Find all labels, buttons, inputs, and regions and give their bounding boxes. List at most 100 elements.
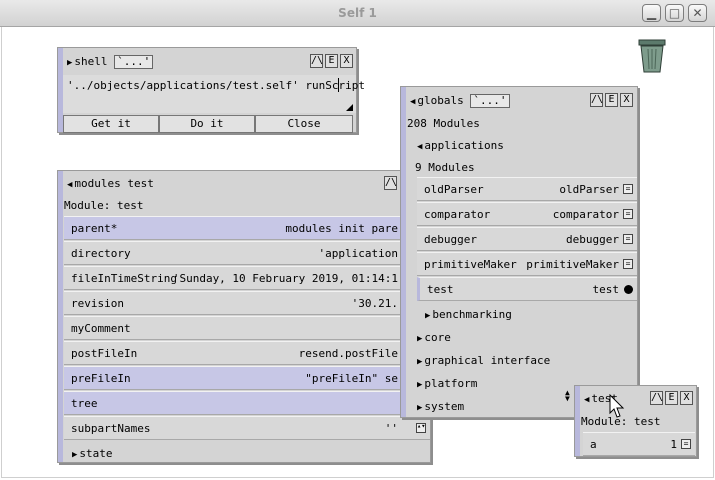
slot-name: oldParser (424, 183, 484, 196)
modules-test-title[interactable]: ◀ modules test (67, 177, 154, 190)
collapse-button[interactable]: /\ (310, 54, 323, 68)
graphical-interface-category[interactable]: ▶ graphical interface (417, 354, 550, 367)
slot-row[interactable]: revision '30.21. (64, 291, 430, 315)
collapse-triangle-icon[interactable]: ◀ (67, 180, 72, 190)
slot-row[interactable]: oldParser oldParser = (417, 177, 637, 201)
scroll-arrows-icon[interactable]: ▴▾ (416, 423, 426, 433)
slot-row[interactable]: debugger debugger = (417, 227, 637, 251)
mouse-pointer-icon (609, 394, 625, 418)
slot-value: primitiveMaker (526, 258, 619, 271)
equals-button-icon[interactable]: = (623, 184, 633, 194)
platform-category[interactable]: ▶ platform (417, 377, 477, 390)
test-outliner[interactable]: ◀ test /\ E X Module: test a 1 = (574, 385, 697, 457)
expand-triangle-icon[interactable]: ▶ (72, 450, 77, 460)
expand-triangle-icon[interactable]: ▶ (417, 380, 422, 390)
slot-row[interactable]: directory 'application (64, 241, 430, 265)
expand-triangle-icon[interactable]: ▶ (417, 334, 422, 344)
expand-triangle-icon[interactable]: ▶ (67, 58, 72, 68)
shell-outliner[interactable]: ▶ shell `...' /\ E X '../objects/applicat… (57, 47, 365, 133)
slot-name: test (427, 283, 454, 296)
equals-button-icon[interactable]: = (623, 259, 633, 269)
globals-module-count: 208 Modules (407, 117, 480, 130)
slot-value: test (592, 283, 620, 296)
slot-name: primitiveMaker (424, 258, 517, 271)
globals-outliner[interactable]: ◀ globals `...' /\ E X 208 Modules ◀ appli… (400, 86, 638, 418)
expand-triangle-icon[interactable]: ▶ (417, 403, 422, 413)
slot-value: oldParser (559, 183, 619, 196)
get-it-button[interactable]: Get it (63, 115, 159, 133)
modules-test-outliner[interactable]: ◀ modules test /\ Module: test parent* mod… (57, 170, 431, 463)
slot-a[interactable]: a 1 = (583, 432, 695, 456)
slot-value: debugger (566, 233, 619, 246)
resize-handle-icon[interactable] (346, 104, 353, 111)
slot-name: a (590, 438, 597, 451)
slot-row[interactable]: subpartNames '' ▴▾ (64, 416, 430, 440)
shell-code-editor[interactable]: '../objects/applications/test.self' runS… (63, 75, 365, 113)
slot-value: 1 (670, 438, 677, 451)
slot-name: subpartNames (71, 422, 151, 435)
state-category[interactable]: ▶ state (72, 447, 113, 460)
equals-button-icon[interactable]: = (623, 209, 633, 219)
slot-row[interactable]: parent* modules init pare (64, 216, 430, 240)
slot-name: postFileIn (71, 347, 138, 360)
applications-category[interactable]: ◀ applications (417, 139, 504, 152)
globals-menu-button[interactable]: `...' (470, 94, 510, 108)
edit-button[interactable]: E (605, 93, 618, 107)
slot-name: directory (71, 247, 131, 260)
slot-row[interactable]: comparator comparator = (417, 202, 637, 226)
slot-value: 'Sunday, 10 February 2019, 01:14:1 (172, 272, 398, 285)
collapse-triangle-icon[interactable]: ◀ (584, 395, 589, 405)
scroll-arrows-icon[interactable]: ▲ ▼ (565, 389, 570, 403)
slot-name: revision (71, 297, 124, 310)
do-it-button[interactable]: Do it (159, 115, 255, 133)
benchmarking-category[interactable]: ▶ benchmarking (425, 308, 512, 321)
outliner-side-bar (575, 386, 580, 456)
slot-value: '30.21. (351, 297, 398, 310)
slot-value: '' (384, 422, 398, 435)
system-category[interactable]: ▶ system (417, 400, 464, 413)
globals-title[interactable]: ◀ globals `...' (410, 94, 510, 108)
collapse-button[interactable]: /\ (650, 391, 663, 405)
equals-button-icon[interactable]: = (681, 439, 691, 449)
edit-button[interactable]: E (665, 391, 678, 405)
outliner-side-bar (401, 87, 406, 417)
applications-module-count: 9 Modules (415, 161, 475, 174)
slot-row[interactable]: myComment (64, 316, 430, 340)
close-button[interactable]: X (680, 391, 693, 405)
core-category[interactable]: ▶ core (417, 331, 451, 344)
module-line: Module: test (64, 199, 144, 212)
equals-button-icon[interactable]: = (623, 234, 633, 244)
slot-name: fileInTimeString (71, 272, 177, 285)
reference-dot-icon[interactable] (624, 285, 633, 294)
shell-title[interactable]: ▶ shell `...' (67, 55, 154, 69)
slot-value: resend.postFile (298, 347, 398, 360)
collapse-button[interactable]: /\ (590, 93, 603, 107)
shell-menu-button[interactable]: `...' (114, 55, 154, 69)
edit-button[interactable]: E (325, 54, 338, 68)
slot-name: preFileIn (71, 372, 131, 385)
expand-triangle-icon[interactable]: ▶ (425, 311, 430, 321)
slot-name: parent* (71, 222, 118, 235)
slot-name: myComment (71, 322, 131, 335)
collapse-triangle-icon[interactable]: ◀ (410, 97, 415, 107)
slot-name: tree (71, 397, 98, 410)
slot-value: "preFileIn" se (305, 372, 398, 385)
slot-name: debugger (424, 233, 477, 246)
collapse-button[interactable]: /\ (384, 176, 397, 190)
slot-row[interactable]: tree (64, 391, 430, 415)
slot-row[interactable]: fileInTimeString 'Sunday, 10 February 201… (64, 266, 430, 290)
collapse-triangle-icon[interactable]: ◀ (417, 142, 422, 152)
shell-code-text: '../objects/applications/test.self' runS… (67, 79, 366, 92)
slot-value: 'application (318, 247, 398, 260)
slot-row[interactable]: postFileIn resend.postFile (64, 341, 430, 365)
slot-row[interactable]: test test (417, 277, 637, 301)
slot-value: comparator (552, 208, 619, 221)
close-button[interactable]: X (620, 93, 633, 107)
text-cursor (338, 78, 339, 92)
slot-row[interactable]: preFileIn "preFileIn" se (64, 366, 430, 390)
slot-row[interactable]: primitiveMaker primitiveMaker = (417, 252, 637, 276)
slot-value: modules init pare (285, 222, 398, 235)
expand-triangle-icon[interactable]: ▶ (417, 357, 422, 367)
close-shell-button[interactable]: Close (255, 115, 353, 133)
close-button[interactable]: X (340, 54, 353, 68)
